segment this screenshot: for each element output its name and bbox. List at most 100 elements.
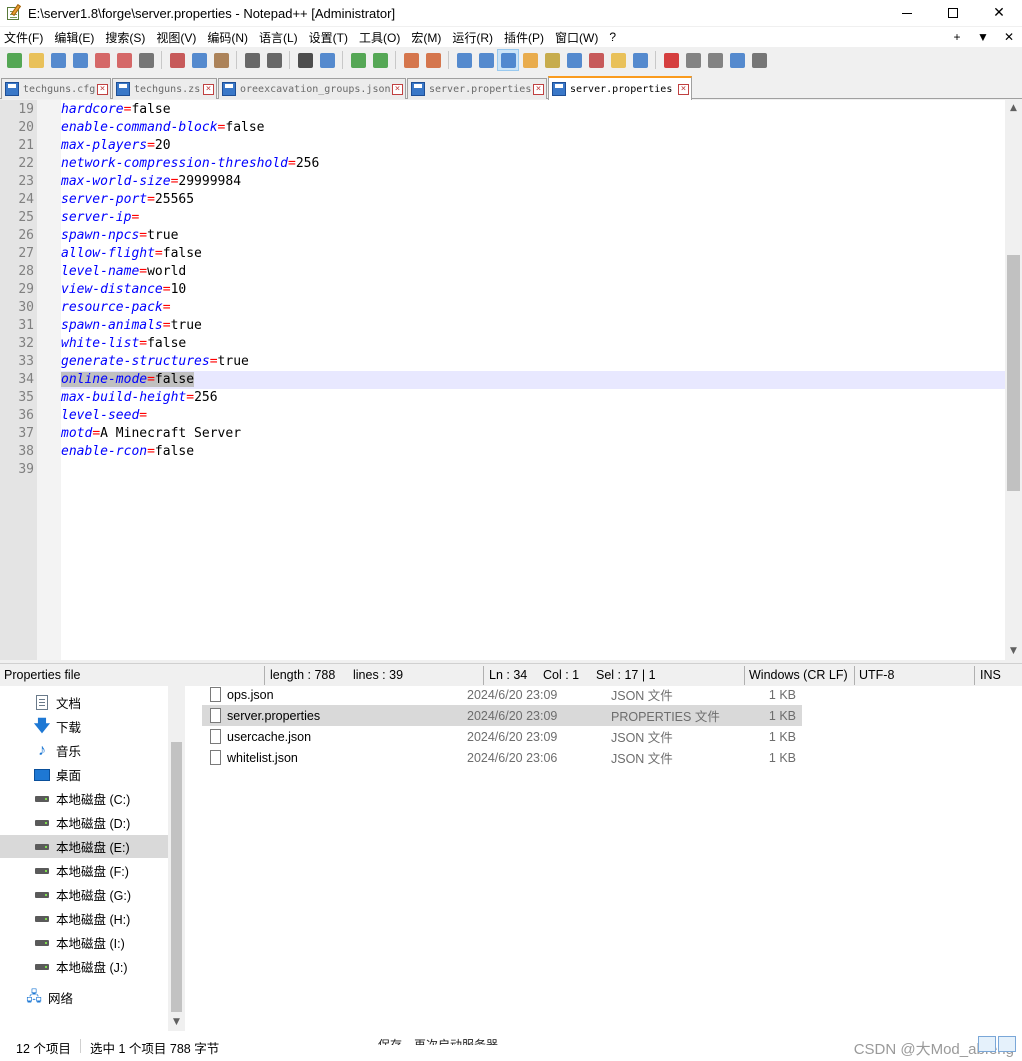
menu-item[interactable]: 插件(P) <box>500 29 551 46</box>
code-line[interactable]: generate-structures=true <box>61 353 1005 371</box>
nav-item[interactable]: 本地磁盘 (J:) <box>0 955 168 978</box>
code-line[interactable]: spawn-npcs=true <box>61 227 1005 245</box>
tab-close-icon[interactable]: × <box>533 83 544 95</box>
record-macro-button[interactable] <box>660 49 682 71</box>
code-line[interactable]: max-world-size=29999984 <box>61 173 1005 191</box>
code-line[interactable]: resource-pack= <box>61 299 1005 317</box>
code-line[interactable]: spawn-animals=true <box>61 317 1005 335</box>
close-button[interactable] <box>91 49 113 71</box>
code-area[interactable]: hardcore=false enable-command-block=false… <box>61 100 1005 660</box>
code-line[interactable]: max-build-height=256 <box>61 389 1005 407</box>
nav-item[interactable]: 本地磁盘 (D:) <box>0 811 168 834</box>
sync-vertical-button[interactable] <box>400 49 422 71</box>
nav-item[interactable]: 本地磁盘 (H:) <box>0 907 168 930</box>
menu-item[interactable]: 设置(T) <box>305 29 355 46</box>
details-view-button[interactable] <box>978 1036 996 1052</box>
menu-item[interactable]: 语言(L) <box>255 29 305 46</box>
nav-item[interactable]: 本地磁盘 (E:) <box>0 835 168 858</box>
sync-horizontal-button[interactable] <box>422 49 444 71</box>
scroll-up-icon[interactable]: ▲ <box>1005 100 1022 117</box>
play-macro-button[interactable] <box>704 49 726 71</box>
udl-button[interactable] <box>519 49 541 71</box>
show-all-chars-button[interactable] <box>475 49 497 71</box>
menu-item[interactable]: 工具(O) <box>355 29 407 46</box>
tab-close-icon[interactable]: × <box>392 83 403 95</box>
stop-record-button[interactable] <box>682 49 704 71</box>
tab-close-icon[interactable]: × <box>678 83 689 95</box>
code-line[interactable]: view-distance=10 <box>61 281 1005 299</box>
redo-button[interactable] <box>263 49 285 71</box>
file-row[interactable]: server.properties 2024/6/20 23:09 PROPERTI… <box>202 705 802 726</box>
menu-item[interactable]: 宏(M) <box>407 29 448 46</box>
save-all-button[interactable] <box>69 49 91 71</box>
nav-item[interactable]: 本地磁盘 (G:) <box>0 883 168 906</box>
fold-margin[interactable] <box>37 100 61 660</box>
code-line[interactable]: enable-rcon=false <box>61 443 1005 461</box>
document-tab[interactable]: server.properties × <box>548 76 692 100</box>
open-file-button[interactable] <box>25 49 47 71</box>
code-line[interactable]: white-list=false <box>61 335 1005 353</box>
monitoring-button[interactable] <box>629 49 651 71</box>
nav-item[interactable]: 本地磁盘 (F:) <box>0 859 168 882</box>
find-button[interactable] <box>294 49 316 71</box>
tab-close-icon[interactable]: × <box>97 83 108 95</box>
nav-item[interactable]: ♪ 音乐 <box>0 739 168 762</box>
copy-button[interactable] <box>188 49 210 71</box>
close-tab-icon[interactable]: ✕ <box>996 30 1022 44</box>
file-row[interactable]: ops.json 2024/6/20 23:09 JSON 文件 1 KB <box>202 684 802 705</box>
zoom-out-button[interactable] <box>369 49 391 71</box>
nav-item[interactable]: 🡇 下载 <box>0 715 168 738</box>
code-line[interactable]: motd=A Minecraft Server <box>61 425 1005 443</box>
nav-item[interactable]: 文档 <box>0 691 168 714</box>
file-row[interactable]: whitelist.json 2024/6/20 23:06 JSON 文件 1 KB <box>202 747 802 768</box>
nav-scrollbar-thumb[interactable] <box>171 742 182 1012</box>
new-tab-icon[interactable]: + <box>944 30 970 44</box>
undo-button[interactable] <box>241 49 263 71</box>
nav-scroll-down-icon[interactable]: ▼ <box>168 1014 185 1031</box>
code-line[interactable] <box>61 461 1005 479</box>
menu-item[interactable]: 编码(N) <box>203 29 255 46</box>
nav-scrollbar[interactable]: ▼ <box>168 686 185 1031</box>
code-line[interactable]: enable-command-block=false <box>61 119 1005 137</box>
editor-vertical-scrollbar[interactable]: ▲ ▼ <box>1005 100 1022 660</box>
cut-button[interactable] <box>166 49 188 71</box>
folder-workspace-button[interactable] <box>607 49 629 71</box>
tab-close-icon[interactable]: × <box>203 83 214 95</box>
nav-item[interactable]: 🖧 网络 <box>0 986 168 1009</box>
doc-map-button[interactable] <box>541 49 563 71</box>
menu-item[interactable]: 编辑(E) <box>50 29 101 46</box>
tab-list-icon[interactable]: ▼ <box>970 30 996 44</box>
word-wrap-button[interactable] <box>453 49 475 71</box>
scrollbar-thumb[interactable] <box>1007 255 1020 491</box>
code-line[interactable]: online-mode=false <box>61 371 1005 389</box>
document-tab[interactable]: oreexcavation_groups.json × <box>218 78 406 99</box>
menu-item[interactable]: 搜索(S) <box>101 29 152 46</box>
large-icons-view-button[interactable] <box>998 1036 1016 1052</box>
nav-item[interactable]: 本地磁盘 (I:) <box>0 931 168 954</box>
maximize-button[interactable] <box>930 0 976 26</box>
menu-item[interactable]: 文件(F) <box>0 29 50 46</box>
file-row[interactable]: usercache.json 2024/6/20 23:09 JSON 文件 1 KB <box>202 726 802 747</box>
save-button[interactable] <box>47 49 69 71</box>
indent-guide-button[interactable] <box>497 49 519 71</box>
code-line[interactable]: hardcore=false <box>61 101 1005 119</box>
scroll-down-icon[interactable]: ▼ <box>1005 643 1022 660</box>
nav-item[interactable]: 本地磁盘 (C:) <box>0 787 168 810</box>
doc-list-button[interactable] <box>563 49 585 71</box>
close-window-button[interactable]: ✕ <box>976 0 1022 26</box>
code-line[interactable]: level-seed= <box>61 407 1005 425</box>
print-button[interactable] <box>135 49 157 71</box>
new-file-button[interactable] <box>3 49 25 71</box>
save-macro-button[interactable] <box>748 49 770 71</box>
code-line[interactable]: max-players=20 <box>61 137 1005 155</box>
menu-item[interactable]: 运行(R) <box>448 29 500 46</box>
code-line[interactable]: level-name=world <box>61 263 1005 281</box>
code-line[interactable]: network-compression-threshold=256 <box>61 155 1005 173</box>
replace-button[interactable] <box>316 49 338 71</box>
minimize-button[interactable] <box>884 0 930 26</box>
document-tab[interactable]: techguns.zs × <box>112 78 217 99</box>
code-line[interactable]: server-port=25565 <box>61 191 1005 209</box>
code-line[interactable]: allow-flight=false <box>61 245 1005 263</box>
close-all-button[interactable] <box>113 49 135 71</box>
run-macro-multiple-button[interactable] <box>726 49 748 71</box>
